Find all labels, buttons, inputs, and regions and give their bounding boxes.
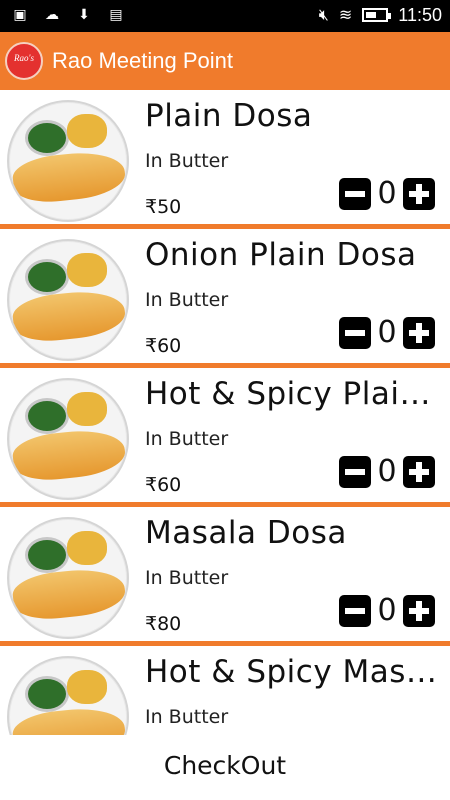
quantity-value: 0 [377, 454, 397, 489]
quantity-value: 0 [377, 315, 397, 350]
increase-button[interactable] [403, 317, 435, 349]
dosa-image [7, 100, 129, 222]
menu-item: Masala Dosa In Butter ₹80 0 [0, 507, 450, 646]
quantity-value: 0 [377, 176, 397, 211]
increase-button[interactable] [403, 178, 435, 210]
item-description: In Butter [145, 567, 229, 589]
cloud-icon: ☁ [45, 7, 59, 23]
increase-button[interactable] [403, 456, 435, 488]
battery-icon [362, 8, 392, 22]
checkout-button[interactable]: CheckOut [0, 751, 450, 780]
decrease-button[interactable] [339, 178, 371, 210]
increase-button[interactable] [403, 595, 435, 627]
battery-level [366, 12, 377, 18]
menu-item: Plain Dosa In Butter ₹50 0 [0, 90, 450, 229]
item-price: ₹80 [145, 613, 182, 635]
quantity-stepper: 0 [339, 176, 435, 212]
restaurant-logo: Rao's [5, 42, 43, 80]
item-name: Plain Dosa [145, 98, 313, 134]
clock: 11:50 [398, 5, 442, 25]
app-title: Rao Meeting Point [52, 48, 233, 73]
quantity-value: 0 [377, 593, 397, 628]
decrease-button[interactable] [339, 317, 371, 349]
item-price: ₹50 [145, 196, 182, 218]
wifi-icon: ≋ [338, 5, 353, 24]
mute-icon: 🔇︎ [318, 5, 329, 24]
menu-item: Hot & Spicy Masala... In Butter [0, 646, 450, 735]
image-icon: ▣ [13, 7, 27, 23]
system-icons: 🔇︎ ≋ 11:50 [319, 4, 442, 26]
item-name: Hot & Spicy Plain D... [145, 376, 445, 412]
decrease-button[interactable] [339, 456, 371, 488]
item-name: Hot & Spicy Masala... [145, 654, 445, 690]
download-icon: ⬇ [78, 7, 90, 23]
quantity-stepper: 0 [339, 315, 435, 351]
item-name: Masala Dosa [145, 515, 347, 551]
item-description: In Butter [145, 428, 229, 450]
item-description: In Butter [145, 706, 229, 728]
briefcase-icon: ▤ [109, 7, 123, 23]
dosa-image [7, 378, 129, 500]
item-description: In Butter [145, 150, 229, 172]
checkout-bar: CheckOut [0, 735, 450, 800]
quantity-stepper: 0 [339, 593, 435, 629]
item-price: ₹60 [145, 474, 182, 496]
menu-list[interactable]: Plain Dosa In Butter ₹50 0 Onion Plain D… [0, 90, 450, 735]
quantity-stepper: 0 [339, 454, 435, 490]
dosa-image [7, 656, 129, 735]
item-name: Onion Plain Dosa [145, 237, 417, 273]
menu-item: Onion Plain Dosa In Butter ₹60 0 [0, 229, 450, 368]
dosa-image [7, 517, 129, 639]
notification-icons: ▣ ☁ ⬇ ▤ [10, 6, 126, 24]
app-bar: Rao's Rao Meeting Point [0, 32, 450, 90]
menu-item: Hot & Spicy Plain D... In Butter ₹60 0 [0, 368, 450, 507]
dosa-image [7, 239, 129, 361]
decrease-button[interactable] [339, 595, 371, 627]
item-price: ₹60 [145, 335, 182, 357]
status-bar: ▣ ☁ ⬇ ▤ 🔇︎ ≋ 11:50 [0, 0, 450, 32]
item-description: In Butter [145, 289, 229, 311]
